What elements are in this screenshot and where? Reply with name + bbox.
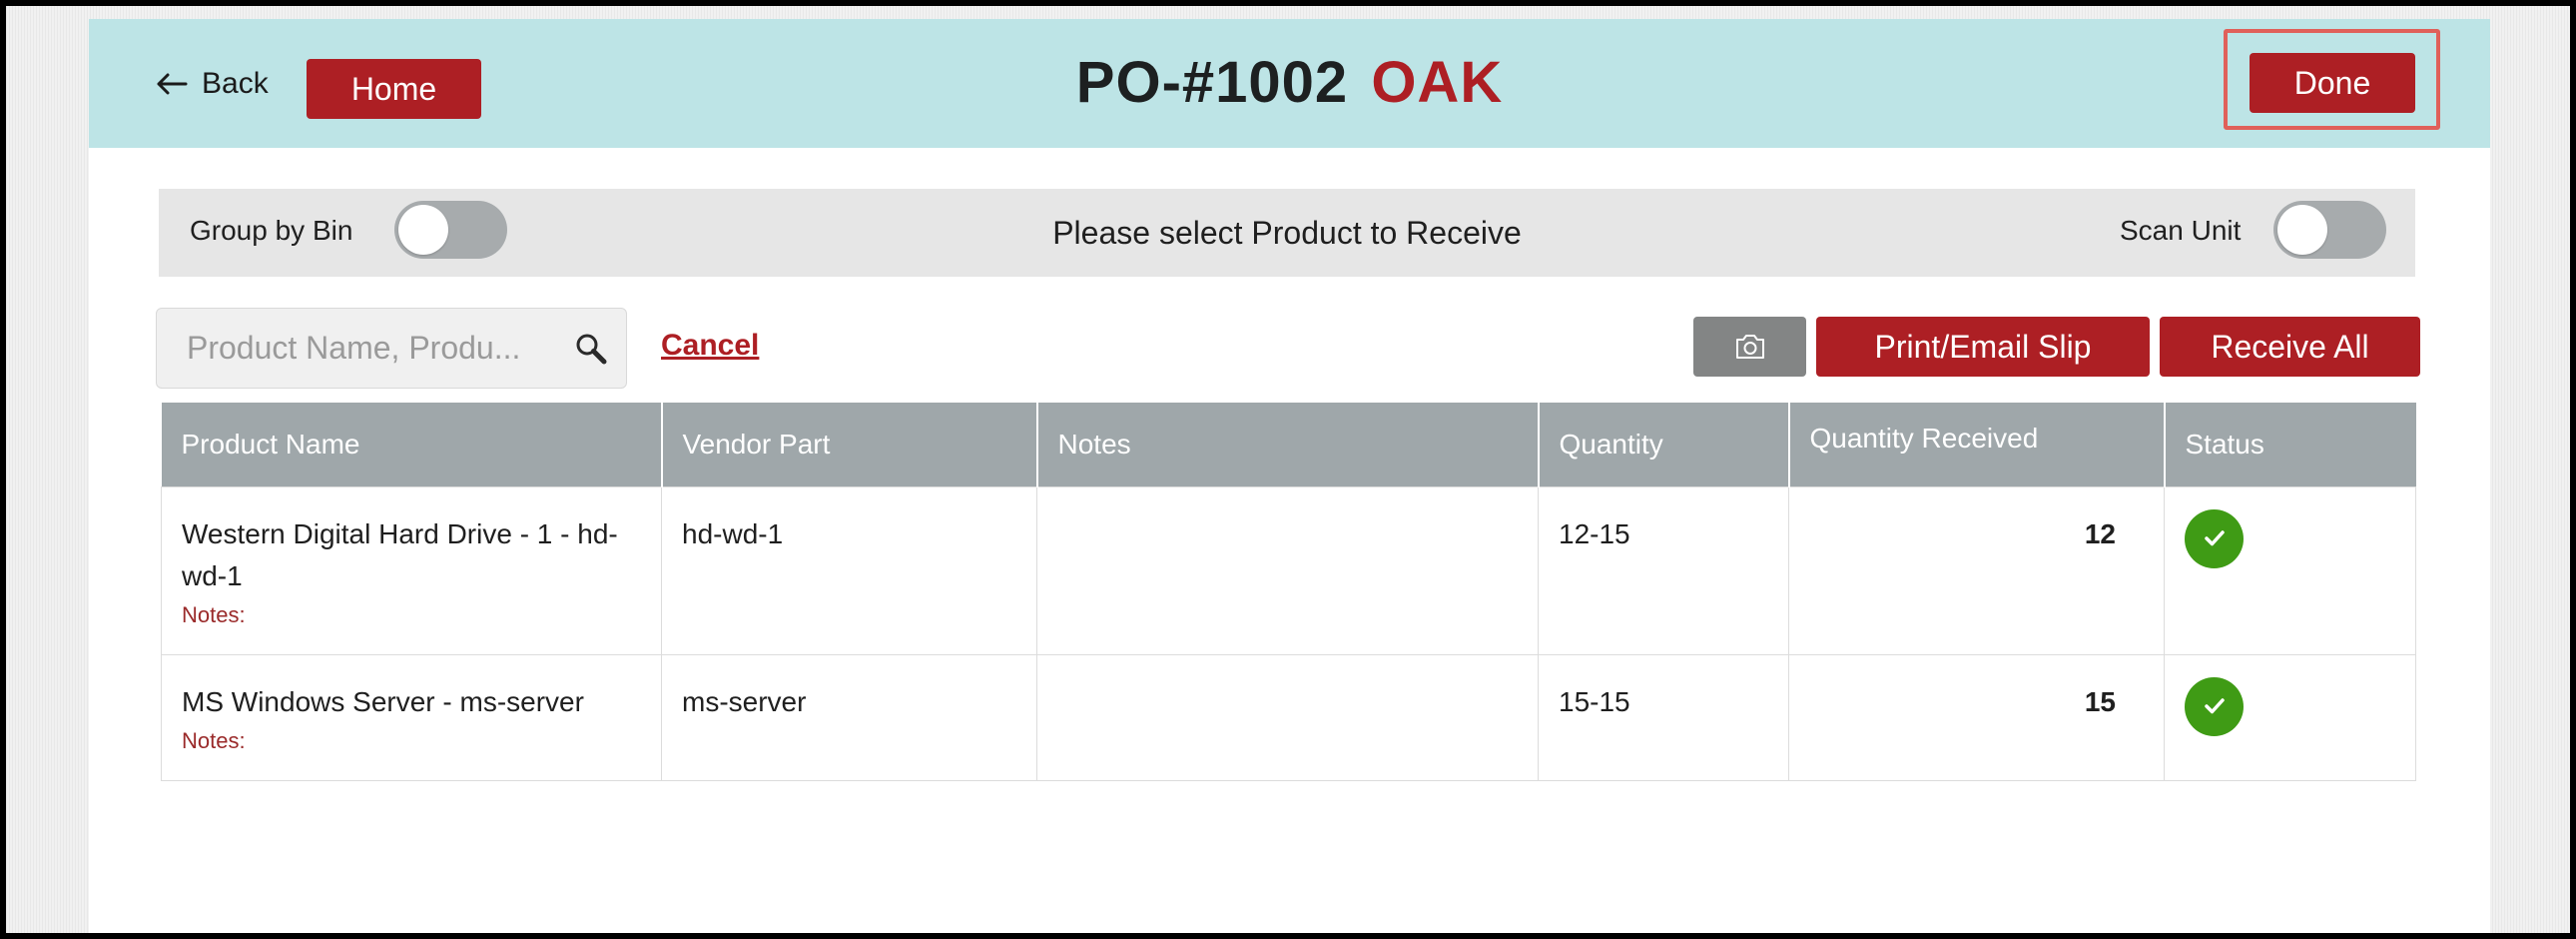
column-header-product-name[interactable]: Product Name bbox=[161, 403, 663, 486]
product-name: MS Windows Server - ms-server bbox=[182, 685, 584, 717]
table-header-row: Product Name Vendor Part Notes Quantity … bbox=[161, 403, 2416, 486]
search-icon[interactable] bbox=[574, 332, 608, 366]
column-header-notes[interactable]: Notes bbox=[1036, 403, 1540, 486]
column-header-vendor-part[interactable]: Vendor Part bbox=[661, 403, 1038, 486]
done-button[interactable]: Done bbox=[2250, 53, 2415, 113]
header-bar: Back Home PO-#1002 OAK Done bbox=[89, 19, 2490, 148]
search-input[interactable] bbox=[187, 330, 574, 367]
vendor-part-cell: hd-wd-1 bbox=[661, 485, 1037, 655]
quantity-received-cell[interactable]: 12 bbox=[1788, 485, 2165, 655]
scan-unit-label: Scan Unit bbox=[2120, 215, 2242, 246]
camera-button[interactable] bbox=[1693, 317, 1806, 377]
toggle-knob bbox=[2277, 205, 2327, 255]
column-header-quantity[interactable]: Quantity bbox=[1538, 403, 1790, 486]
options-bar: Group by Bin Please select Product to Re… bbox=[159, 189, 2415, 277]
notes-cell bbox=[1036, 485, 1539, 655]
receive-all-button[interactable]: Receive All bbox=[2160, 317, 2420, 377]
instruction-text: Please select Product to Receive bbox=[1052, 215, 1522, 251]
search-box bbox=[156, 308, 627, 389]
quantity-cell: 15-15 bbox=[1538, 653, 1789, 781]
product-notes-label: Notes: bbox=[182, 601, 246, 627]
camera-icon bbox=[1735, 335, 1764, 359]
notes-cell bbox=[1036, 653, 1539, 781]
status-cell bbox=[2164, 485, 2416, 655]
page-title: PO-#1002 OAK bbox=[89, 49, 2490, 116]
product-notes-label: Notes: bbox=[182, 727, 246, 753]
scan-unit-toggle[interactable] bbox=[2273, 201, 2386, 259]
product-name-cell: Western Digital Hard Drive - 1 - hd-wd-1… bbox=[161, 485, 662, 655]
table-row[interactable]: MS Windows Server - ms-server Notes: ms-… bbox=[161, 653, 2416, 781]
app-frame: Back Home PO-#1002 OAK Done Group by Bin… bbox=[6, 6, 2570, 933]
quantity-received-cell[interactable]: 15 bbox=[1788, 653, 2165, 781]
products-table: Product Name Vendor Part Notes Quantity … bbox=[161, 403, 2416, 781]
column-header-quantity-received[interactable]: Quantity Received bbox=[1788, 403, 2166, 486]
check-icon bbox=[2185, 508, 2244, 568]
column-header-status[interactable]: Status bbox=[2164, 403, 2416, 486]
product-name: Western Digital Hard Drive - 1 - hd-wd-1 bbox=[182, 517, 618, 591]
po-vendor: OAK bbox=[1371, 50, 1504, 115]
check-icon bbox=[2185, 676, 2244, 736]
product-name-cell: MS Windows Server - ms-server Notes: bbox=[161, 653, 662, 781]
table-row[interactable]: Western Digital Hard Drive - 1 - hd-wd-1… bbox=[161, 485, 2416, 655]
quantity-cell: 12-15 bbox=[1538, 485, 1789, 655]
cancel-link[interactable]: Cancel bbox=[661, 329, 759, 363]
po-number: PO-#1002 bbox=[1075, 50, 1349, 115]
receive-page: Back Home PO-#1002 OAK Done Group by Bin… bbox=[89, 19, 2490, 933]
print-email-slip-button[interactable]: Print/Email Slip bbox=[1816, 317, 2150, 377]
vendor-part-cell: ms-server bbox=[661, 653, 1037, 781]
done-highlight: Done bbox=[2224, 29, 2440, 130]
status-cell bbox=[2164, 653, 2416, 781]
